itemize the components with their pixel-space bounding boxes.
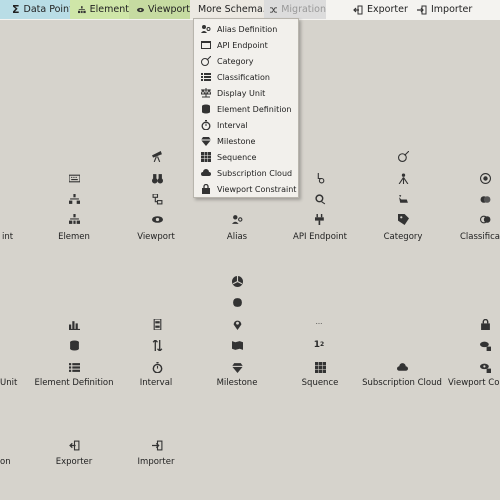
binoculars-icon[interactable] [151,172,163,184]
hierarchy-icon[interactable] [68,193,80,205]
scale-icon [200,88,211,99]
canvas-label-viewport-constraint: Viewport Cons [448,378,500,388]
map-pin-icon[interactable] [231,318,243,330]
cat-icon[interactable] [397,193,409,205]
grid-icon[interactable] [314,361,326,373]
migration-button[interactable]: Migration [264,0,326,19]
canvas-label-exporter: Exporter [55,457,93,467]
stopwatch-icon [200,120,211,131]
canvas-label-importer: Importer [137,457,175,467]
overlap-icon[interactable] [479,213,491,225]
more-schema-menu: Alias Definition API Endpoint Category C… [193,18,299,198]
canvas-label-milestone: Milestone [216,378,258,388]
exporter-icon[interactable] [68,439,80,451]
menu-item-milestone[interactable]: Milestone [194,133,298,149]
menu-item-subscription-cloud[interactable]: Subscription Cloud [194,165,298,181]
brain-icon[interactable] [231,296,243,308]
cloud-icon[interactable] [396,361,408,373]
chart-bars-icon[interactable] [68,318,80,330]
plug-icon[interactable] [314,213,326,225]
category-tag-icon[interactable] [397,213,409,225]
person-tree-icon[interactable] [397,172,409,184]
menu-item-sequence[interactable]: Sequence [194,149,298,165]
sequence-number-icon[interactable]: 12 [313,339,325,351]
element-button[interactable]: Element [70,0,129,19]
menu-item-alias-definition[interactable]: Alias Definition [194,21,298,37]
toolbar: Σ Data Point Element Viewport More Schem… [0,0,500,20]
arrows-updown-icon[interactable] [151,339,163,351]
canvas-label-viewport: Viewport [137,232,175,242]
sitemap-icon[interactable] [151,193,163,205]
importer-button[interactable]: Importer [417,0,477,19]
eye-icon [137,7,144,12]
settings-plug-icon[interactable] [314,193,326,205]
cloud-icon [200,168,211,179]
diamond-icon [200,136,211,147]
menu-item-classification[interactable]: Classification [194,69,298,85]
canvas-label-interval: Interval [139,378,173,388]
importer-icon [417,5,427,14]
eye-lock-icon[interactable] [479,361,491,373]
database-icon [200,104,211,115]
menu-item-category[interactable]: Category [194,53,298,69]
canvas-label-element-definition: Element Definition [34,378,114,388]
eye-icon[interactable] [151,213,163,225]
list-icon [200,72,211,83]
canvas-label-subscription-cloud: Subscription Cloud [362,378,442,388]
diamond-icon[interactable] [231,361,243,373]
canvas-label-classification: Classificatio [460,232,500,242]
telescope-icon[interactable] [151,150,163,162]
canvas-label-sequence: Squence [301,378,339,388]
dots-icon[interactable]: ··· [313,318,325,330]
list-icon[interactable] [68,361,80,373]
canvas-label-alias: Alias [226,232,248,242]
canvas-label-api-endpoint: API Endpoint [293,232,347,242]
canvas-label-display-unit: Unit [0,378,18,388]
sigma-icon: Σ [12,3,20,16]
more-schema-button[interactable]: More Schema... [190,0,272,19]
menu-item-element-definition[interactable]: Element Definition [194,101,298,117]
menu-item-api-endpoint[interactable]: API Endpoint [194,37,298,53]
hierarchy-icon [78,5,86,13]
menu-item-display-unit[interactable]: Display Unit [194,85,298,101]
api-branch-icon[interactable] [314,172,326,184]
users-icon [200,24,211,35]
category-icon [200,56,211,67]
data-point-button[interactable]: Σ Data Point [0,0,73,19]
viewport-button[interactable]: Viewport [129,0,190,19]
stopwatch-icon[interactable] [151,361,163,373]
users-icon[interactable] [231,213,243,225]
shuffle-icon [270,6,278,13]
exporter-icon [353,5,363,14]
menu-item-interval[interactable]: Interval [194,117,298,133]
database-icon[interactable] [68,339,80,351]
canvas-label-category: Category [383,232,423,242]
circles-icon[interactable] [479,193,491,205]
lock-icon[interactable] [479,318,491,330]
canvas-label-migration: on [0,457,11,467]
exporter-button[interactable]: Exporter [353,0,411,19]
window-icon [200,40,211,51]
hierarchy-icon[interactable] [68,213,80,225]
importer-icon[interactable] [151,439,163,451]
canvas-label-element: Elemen [58,232,90,242]
lock-icon [200,184,211,195]
category-icon[interactable] [397,150,409,162]
hourglass-icon[interactable] [151,318,163,330]
eye-lock-icon[interactable] [479,339,491,351]
grid-icon [200,152,211,163]
menu-item-viewport-constraint[interactable]: Viewport Constraint [194,181,298,197]
canvas-label-data-point: int [2,232,14,242]
keyboard-icon[interactable] [68,172,80,184]
pie-chart-icon[interactable] [231,275,243,287]
book-map-icon[interactable] [231,339,243,351]
shapes-icon[interactable] [479,172,491,184]
